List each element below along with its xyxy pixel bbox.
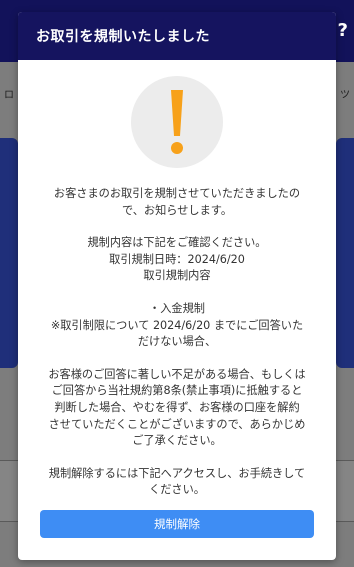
message-line: ・入金規制 (149, 301, 205, 315)
background-card-right (336, 138, 354, 368)
message-line: だけない場合、 (137, 335, 217, 349)
message-line: させていただくことがございますので、あらかじめ (48, 417, 306, 431)
message-line: ご回答から当社規約第8条(禁止事項)に抵触すると (51, 384, 303, 398)
message-line: で、お知らせします。 (121, 203, 233, 217)
message-line: ご了承ください。 (132, 434, 222, 448)
background-edge-text-left: ロ (4, 90, 14, 101)
message-line: お客様のご回答に著しい不足がある場合、もしくは (48, 367, 306, 381)
release-restriction-button[interactable]: 規制解除 (40, 510, 314, 538)
message-line: ください。 (149, 483, 205, 497)
background-card-left (0, 138, 18, 368)
dialog-title: お取引を規制いたしました (18, 12, 336, 60)
message-line: 規制内容は下記をご確認ください。 (87, 236, 267, 250)
message-line: ※取引制限について 2024/6/20 までにご回答いた (50, 318, 304, 332)
help-icon: ? (337, 20, 348, 41)
message-line: お客さまのお取引を規制させていただきましたの (53, 187, 301, 200)
restriction-dialog: お取引を規制いたしました お客さまのお取引を規制させていただきましたの で、お知ら… (18, 12, 336, 560)
message-line: 判断した場合、やむを得ず、お客様の口座を解約 (54, 400, 300, 414)
warning-exclamation-icon (131, 76, 223, 168)
background-edge-text-right: ツ (340, 90, 350, 101)
message-line: 取引規制内容 (143, 269, 211, 283)
message-line: 規制解除するには下記へアクセスし、お手続きして (48, 466, 306, 480)
message-line: 取引規制日時：2024/6/20 (109, 252, 245, 266)
dialog-message: お客さまのお取引を規制させていただきましたの で、お知らせします。規制内容は下記を… (36, 186, 318, 499)
